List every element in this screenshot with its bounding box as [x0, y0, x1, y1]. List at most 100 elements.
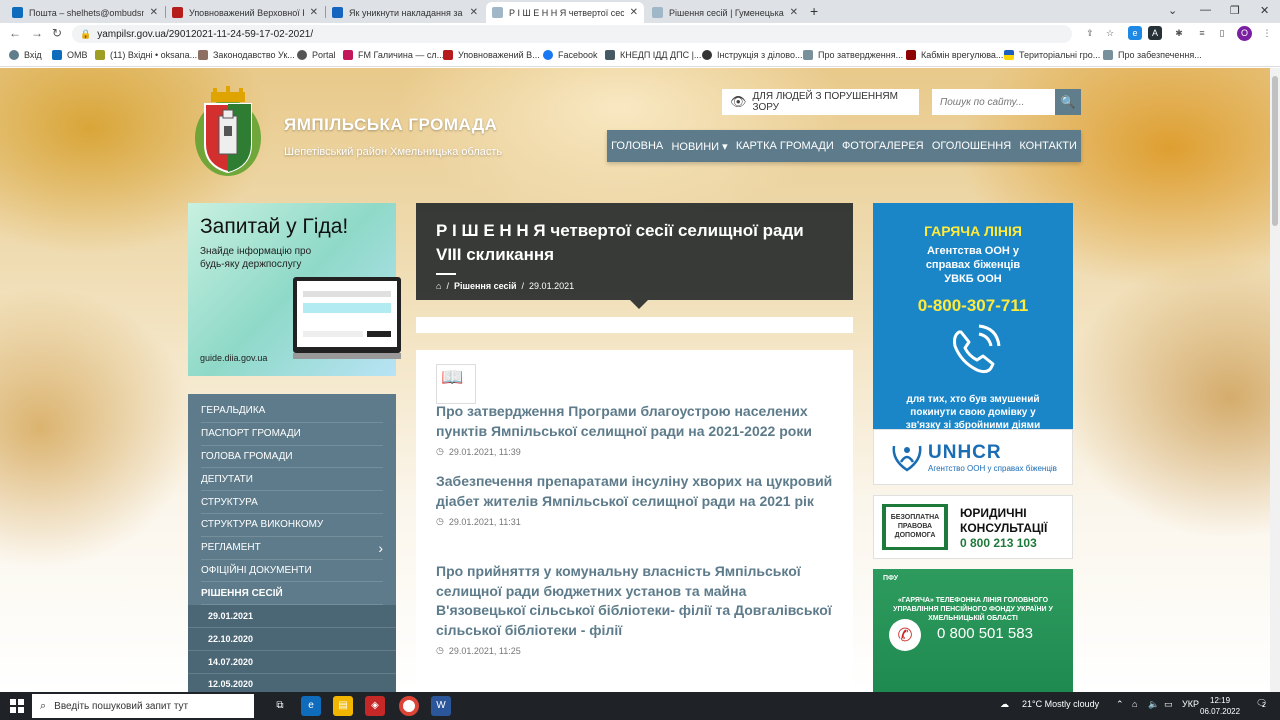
unhcr-banner[interactable]: UNHCR Агентство ООН у справах біженців	[873, 429, 1073, 485]
bookmark-item[interactable]: Інструкція з діловo...	[702, 50, 803, 60]
post-title-link[interactable]: Про прийняття у комунальну власність Ямп…	[436, 562, 836, 640]
bookmark-item[interactable]: Територіальні гро...	[1004, 50, 1100, 60]
extension-icon[interactable]: A	[1148, 26, 1162, 40]
edge-icon[interactable]: e	[301, 696, 321, 716]
search-icon: 🔍	[1060, 95, 1076, 109]
nav-news[interactable]: НОВИНИ ▾	[671, 140, 727, 153]
close-tab-icon[interactable]: ✕	[470, 7, 478, 18]
bookmark-item[interactable]: Про забезпечення...	[1103, 50, 1202, 60]
extensions-puzzle-icon[interactable]: ✱	[1172, 26, 1186, 40]
post-title-link[interactable]: Про затвердження Програми благоустрою на…	[436, 402, 836, 441]
tray-overflow-icon[interactable]: ⌃	[1116, 699, 1124, 710]
page-scrollbar[interactable]	[1270, 68, 1280, 692]
bookmark-item[interactable]: OMB	[52, 50, 88, 60]
menu-icon[interactable]: ⋮	[1260, 26, 1274, 40]
share-icon[interactable]: ⇪	[1083, 26, 1097, 40]
reading-list-icon[interactable]: ≡	[1195, 26, 1209, 40]
eye-icon: 👁	[730, 94, 747, 109]
forward-icon[interactable]: →	[31, 26, 43, 40]
sidebar-item-head[interactable]: ГОЛОВА ГРОМАДИ	[201, 446, 383, 469]
sidebar-item-passport[interactable]: ПАСПОРТ ГРОМАДИ	[201, 423, 383, 446]
language-indicator[interactable]: УКР	[1182, 699, 1199, 709]
word-icon[interactable]: W	[431, 696, 451, 716]
home-icon[interactable]: ⌂	[436, 281, 441, 291]
bookmark-item[interactable]: FM Галичина — сл...	[343, 50, 444, 60]
coat-of-arms-logo[interactable]	[193, 86, 263, 178]
search-button[interactable]: 🔍	[1055, 89, 1081, 115]
unhcr-logo-icon	[892, 445, 922, 472]
scrollbar-thumb[interactable]	[1272, 76, 1278, 226]
close-tab-icon[interactable]: ✕	[310, 7, 318, 18]
list-item: Забезпечення препаратами інсуліну хворих…	[436, 472, 836, 527]
site-title[interactable]: ЯМПІЛЬСЬКА ГРОМАДА	[284, 115, 497, 135]
sidebar-subitem-date[interactable]: 22.10.2020	[188, 627, 396, 651]
radio-icon	[343, 50, 353, 60]
battery-icon[interactable]: ▭	[1164, 699, 1173, 710]
browser-tab-active[interactable]: Р І Ш Е Н Н Я четвертої сесії сел✕	[486, 2, 644, 23]
sidebar-subitem-date[interactable]: 12.05.2020	[188, 673, 396, 692]
weather-icon[interactable]: ☁	[1000, 699, 1009, 710]
minimize-button[interactable]: —	[1200, 4, 1211, 16]
browser-tab[interactable]: Як уникнути накладання за вбивс✕	[326, 2, 484, 23]
post-title-link[interactable]: Забезпечення препаратами інсуліну хворих…	[436, 472, 836, 511]
pension-fund-banner[interactable]: ПФУ «ГАРЯЧА» ТЕЛЕФОННА ЛІНІЯ ГОЛОВНОГО У…	[873, 569, 1073, 692]
taskbar-search[interactable]: ⌕ Введіть пошуковий запит тут	[32, 694, 254, 718]
reload-icon[interactable]: ↻	[52, 26, 62, 40]
close-window-button[interactable]: ✕	[1260, 4, 1269, 17]
sidebar-subitem-date[interactable]: 14.07.2020	[188, 650, 396, 674]
bookmark-item[interactable]: Законодавство Ук...	[198, 50, 295, 60]
sidebar-item-session-decisions[interactable]: РІШЕННЯ СЕСІЙ	[201, 582, 383, 606]
nav-community-card[interactable]: КАРТКА ГРОМАДИ	[736, 140, 834, 152]
profile-avatar[interactable]: O	[1237, 26, 1252, 41]
nav-contacts[interactable]: КОНТАКТИ	[1019, 140, 1077, 152]
bookmark-item[interactable]: Portal	[297, 50, 336, 60]
close-tab-icon[interactable]: ✕	[790, 7, 798, 18]
network-icon[interactable]: ⌂	[1132, 699, 1137, 709]
sidebar-subitem-date[interactable]: 29.01.2021	[188, 605, 396, 628]
diia-guide-banner[interactable]: Запитай у Гіда! Знайде інформацію про бу…	[188, 203, 401, 376]
bookmark-item[interactable]: Про затвердження...	[803, 50, 903, 60]
list-item: Про затвердження Програми благоустрою на…	[436, 402, 836, 457]
free-legal-aid-banner[interactable]: БЕЗОПЛАТНА ПРАВОВА ДОПОМОГА ЮРИДИЧНІ КОН…	[873, 495, 1073, 559]
browser-tab[interactable]: Уповноважений Верховної Рад✕	[166, 2, 324, 23]
browser-tab[interactable]: Рішення сесій | Гуменецька сіль✕	[646, 2, 804, 23]
sidebar-item-deputies[interactable]: ДЕПУТАТИ	[201, 468, 383, 492]
nav-announcements[interactable]: ОГОЛОШЕННЯ	[932, 140, 1011, 152]
windows-start-icon[interactable]	[10, 699, 24, 713]
security-app-icon[interactable]: ◈	[365, 696, 385, 716]
bookmark-item[interactable]: Уповноважений В...	[443, 50, 540, 60]
new-tab-button[interactable]: +	[810, 3, 818, 19]
nav-home[interactable]: ГОЛОВНА	[611, 140, 663, 152]
sidebar-item-structure[interactable]: СТРУКТУРА	[201, 491, 383, 514]
visually-impaired-button[interactable]: 👁 ДЛЯ ЛЮДЕЙ З ПОРУШЕННЯМ ЗОРУ	[722, 89, 919, 115]
close-tab-icon[interactable]: ✕	[630, 7, 638, 18]
bookmark-item[interactable]: Facebook	[543, 50, 598, 60]
sidebar-item-heraldry[interactable]: ГЕРАЛЬДИКА	[201, 400, 383, 423]
close-tab-icon[interactable]: ✕	[150, 7, 158, 18]
sidebar-item-official-docs[interactable]: ОФІЦІЙНІ ДОКУМЕНТИ	[201, 560, 383, 583]
tab-search-icon[interactable]: ⌄	[1168, 4, 1177, 17]
sidebar-item-regulations[interactable]: РЕГЛАМЕНТ ›	[201, 537, 383, 560]
restore-button[interactable]: ❐	[1230, 4, 1240, 17]
bookmark-item[interactable]: Вхід	[9, 50, 42, 60]
side-panel-icon[interactable]: ▯	[1215, 26, 1229, 40]
file-explorer-icon[interactable]: ▤	[333, 696, 353, 716]
bookmark-item[interactable]: (11) Вхідні • oksana...	[95, 50, 197, 60]
breadcrumb-section[interactable]: Рішення сесій	[454, 281, 517, 291]
bookmark-star-icon[interactable]: ☆	[1103, 26, 1117, 40]
weather-text[interactable]: 21°C Mostly cloudy	[1022, 699, 1099, 709]
bookmark-item[interactable]: КНЕДП ІДД ДПС |...	[605, 50, 701, 60]
extension-icon[interactable]: e	[1128, 26, 1142, 40]
bookmark-item[interactable]: Кабмін врегулюва...	[906, 50, 1003, 60]
chrome-icon[interactable]	[399, 696, 419, 716]
nav-gallery[interactable]: ФОТОГАЛЕРЕЯ	[842, 140, 924, 152]
unhcr-hotline-banner[interactable]: ГАРЯЧА ЛІНІЯ Агентства ООН у справах біж…	[873, 203, 1073, 431]
browser-tab[interactable]: Пошта – shelhets@ombudsman✕	[6, 2, 164, 23]
sidebar-item-executive-structure[interactable]: СТРУКТУРА ВИКОНКОМУ	[201, 514, 383, 537]
search-input[interactable]	[932, 89, 1055, 115]
back-icon[interactable]: ←	[9, 26, 21, 40]
url-field[interactable]: 🔒 yampilsr.gov.ua/29012021-11-24-59-17-0…	[72, 25, 1072, 43]
clock[interactable]: 12:19 06.07.2022	[1200, 695, 1240, 717]
volume-icon[interactable]: 🔈	[1148, 699, 1159, 710]
task-view-icon[interactable]: ⧉	[270, 696, 290, 716]
